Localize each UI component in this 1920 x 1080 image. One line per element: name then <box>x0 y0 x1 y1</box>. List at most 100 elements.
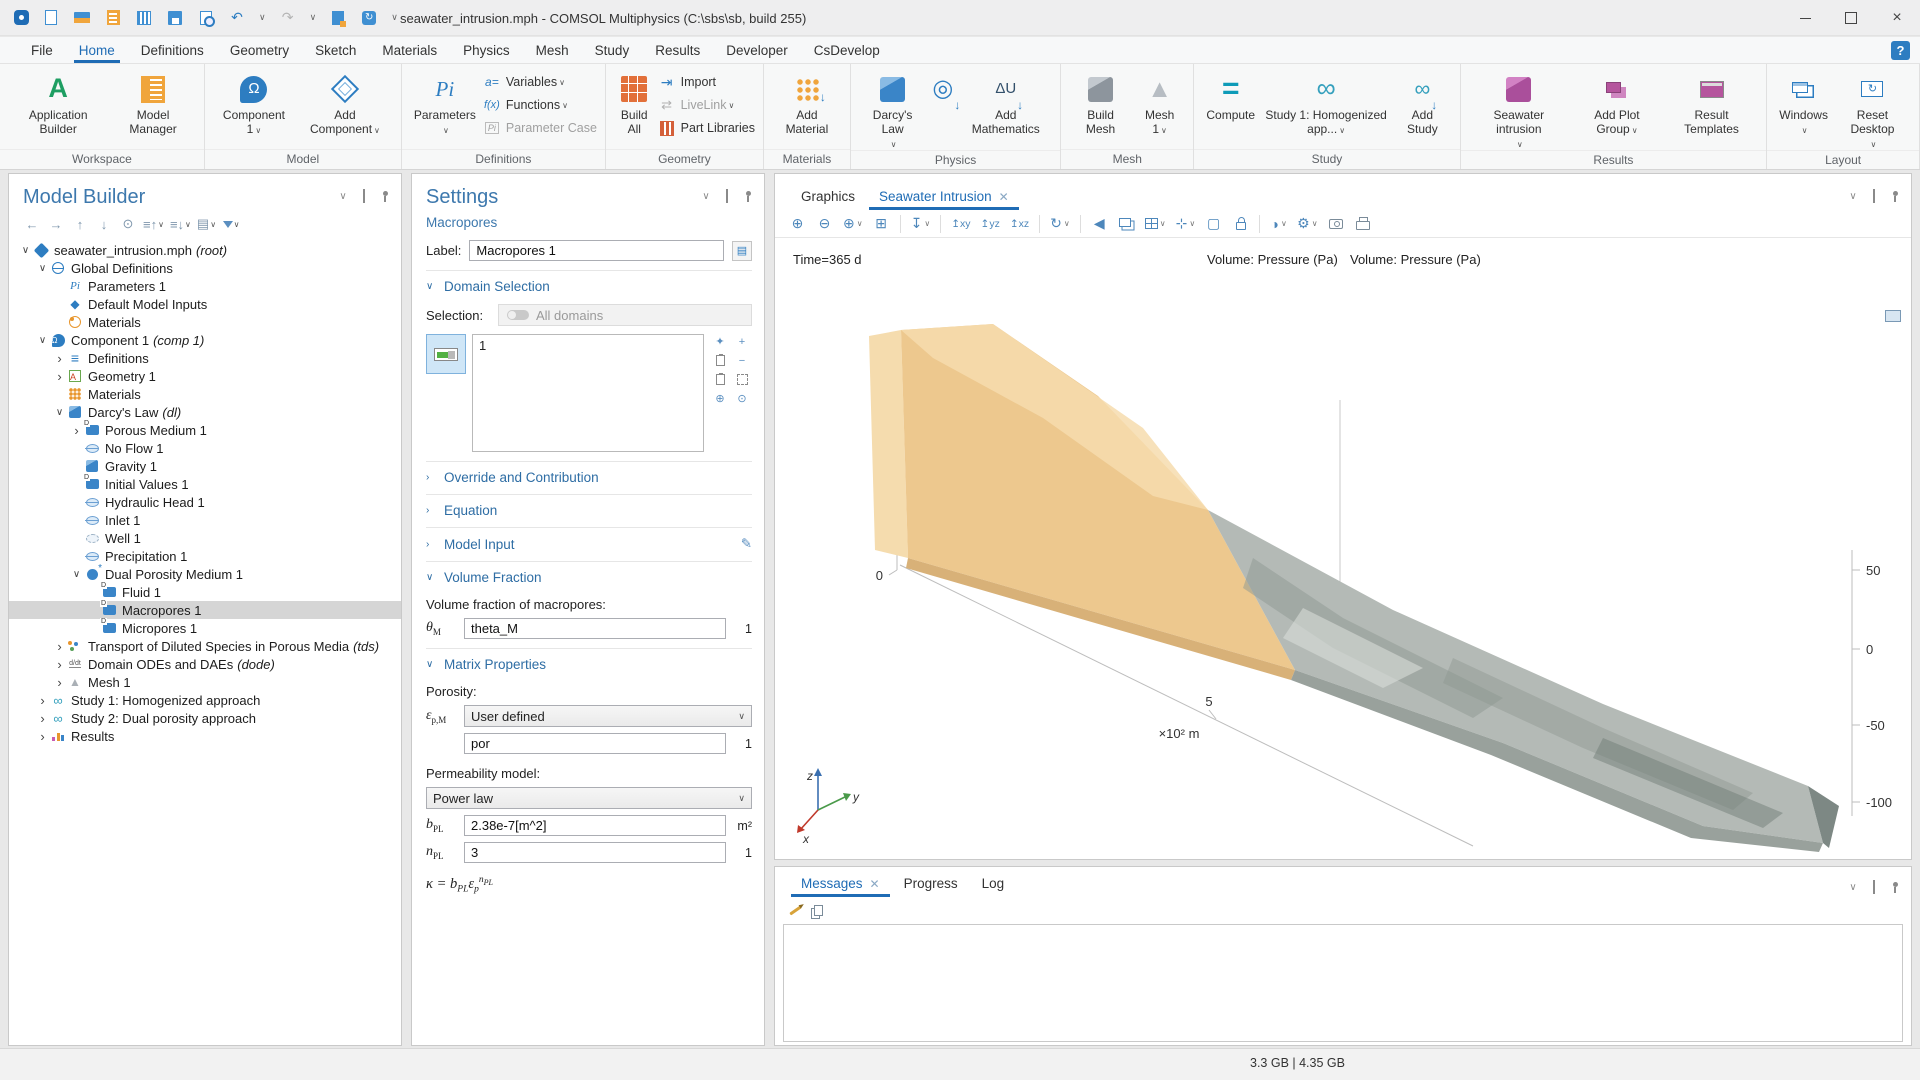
menu-materials[interactable]: Materials <box>369 37 450 63</box>
tree-item-darcys-law[interactable]: Darcy's Law(dl) <box>9 403 401 421</box>
tree-item-micropores-1[interactable]: Micropores 1 <box>9 619 401 637</box>
pin-panel-icon[interactable] <box>379 190 391 202</box>
forward-icon[interactable]: → <box>47 217 65 232</box>
show-icon[interactable]: ⊙ <box>119 216 137 232</box>
float-panel-icon[interactable] <box>363 191 365 202</box>
bounding-box-icon[interactable]: ▢ <box>1205 214 1222 234</box>
menu-home[interactable]: Home <box>66 37 128 63</box>
tab-progress[interactable]: Progress <box>894 876 968 897</box>
paste-selection-icon[interactable] <box>716 374 725 385</box>
expand-tree-icon[interactable]: ≡↑∨ <box>143 217 164 232</box>
b-input[interactable]: 2.38e-7[m^2] <box>464 815 726 836</box>
maximize-button[interactable] <box>1828 0 1874 36</box>
tree-item-well-1[interactable]: Well 1 <box>9 529 401 547</box>
open-file-icon[interactable] <box>74 12 90 23</box>
section-equation[interactable]: ›Equation <box>426 494 752 518</box>
tab-seawater-intrusion[interactable]: Seawater Intrusion✕ <box>869 189 1019 210</box>
section-override[interactable]: ›Override and Contribution <box>426 461 752 485</box>
tree-item-no-flow-1[interactable]: No Flow 1 <box>9 439 401 457</box>
add-physics-button[interactable] <box>928 67 957 109</box>
chevron-right-icon[interactable] <box>36 711 49 726</box>
variables-button[interactable]: Variables∨ <box>482 72 597 92</box>
study-1-button[interactable]: Study 1: Homogenized app...∨ <box>1261 67 1391 137</box>
deactivate-selection-icon[interactable]: ⊙ <box>735 391 750 406</box>
close-button[interactable]: × <box>1874 0 1920 36</box>
chevron-down-icon[interactable] <box>70 569 83 580</box>
add-component-button[interactable]: Add Component∨ <box>297 67 393 137</box>
chevron-down-icon[interactable] <box>53 407 66 418</box>
rename-icon[interactable]: ▤ <box>732 241 752 261</box>
edit-model-input-icon[interactable]: ✎ <box>741 536 752 552</box>
selection-list[interactable]: 1 <box>472 334 704 452</box>
undo-icon[interactable]: ↶ <box>228 9 246 27</box>
tree-item-component-1[interactable]: Component 1(comp 1) <box>9 331 401 349</box>
part-libraries-button[interactable]: Part Libraries <box>657 118 755 138</box>
tree-item-precipitation-1[interactable]: Precipitation 1 <box>9 547 401 565</box>
application-builder-button[interactable]: Application Builder <box>8 67 108 137</box>
tree-item-geometry-1[interactable]: Geometry 1 <box>9 367 401 385</box>
model-manager-button[interactable]: Model Manager <box>110 67 195 137</box>
recovery-files-icon[interactable] <box>137 11 151 25</box>
label-input[interactable]: Macropores 1 <box>469 240 724 261</box>
minimize-button[interactable] <box>1782 0 1828 36</box>
menu-results[interactable]: Results <box>642 37 713 63</box>
zoom-extents-icon[interactable]: ⊞ <box>873 214 890 234</box>
chevron-right-icon[interactable] <box>36 729 49 744</box>
seawater-intrusion-button[interactable]: Seawater intrusion∨ <box>1469 67 1570 150</box>
tree-item-study-2[interactable]: Study 2: Dual porosity approach <box>9 709 401 727</box>
add-plot-group-button[interactable]: Add Plot Group∨ <box>1571 67 1663 137</box>
move-up-icon[interactable]: ↑ <box>71 217 89 232</box>
import-button[interactable]: Import <box>657 72 755 92</box>
view-xy-icon[interactable]: ↥xy <box>951 214 970 234</box>
chevron-right-icon[interactable] <box>53 369 66 384</box>
menu-study[interactable]: Study <box>582 37 643 63</box>
go-to-view-icon[interactable]: ↧∨ <box>911 214 931 234</box>
copy-solution-icon[interactable] <box>332 11 344 25</box>
menu-mesh[interactable]: Mesh <box>523 37 582 63</box>
copy-selection-icon[interactable] <box>716 355 725 366</box>
close-tab-icon[interactable]: ✕ <box>999 190 1009 204</box>
tab-messages[interactable]: Messages✕ <box>791 876 890 897</box>
messages-content[interactable] <box>783 924 1903 1042</box>
panel-menu-icon[interactable]: ∨ <box>337 190 349 202</box>
zoom-in-icon[interactable]: ⊕ <box>789 214 806 234</box>
panel-menu-icon[interactable]: ∨ <box>1847 881 1859 893</box>
pin-panel-icon[interactable] <box>1889 881 1901 893</box>
active-selection-button[interactable] <box>426 334 466 374</box>
tree-item-inlet-1[interactable]: Inlet 1 <box>9 511 401 529</box>
float-panel-icon[interactable] <box>1873 191 1875 202</box>
pin-panel-icon[interactable] <box>1889 190 1901 202</box>
section-matrix-properties[interactable]: ∨Matrix Properties <box>426 648 752 672</box>
menu-definitions[interactable]: Definitions <box>128 37 217 63</box>
float-panel-icon[interactable] <box>1873 882 1875 893</box>
redo-dropdown-icon[interactable]: ∨ <box>310 12 317 23</box>
new-file-icon[interactable] <box>45 10 57 25</box>
tree-item-root[interactable]: seawater_intrusion.mph(root) <box>9 241 401 259</box>
zoom-box-icon[interactable]: ⊕∨ <box>843 214 863 234</box>
model-manager-icon[interactable] <box>107 10 120 25</box>
view-xz-icon[interactable]: ↥xz <box>1010 214 1029 234</box>
add-study-button[interactable]: Add Study <box>1393 67 1451 137</box>
add-material-button[interactable]: Add Material <box>772 67 842 137</box>
menu-geometry[interactable]: Geometry <box>217 37 302 63</box>
tree-item-macropores-1[interactable]: Macropores 1 <box>9 601 401 619</box>
tree-item-dode[interactable]: Domain ODEs and DAEs(dode) <box>9 655 401 673</box>
tree-item-definitions[interactable]: Definitions <box>9 349 401 367</box>
selection-list-item[interactable]: 1 <box>479 338 697 353</box>
plot-options-icon[interactable]: ⚙∨ <box>1297 214 1317 234</box>
print-icon[interactable] <box>1355 214 1372 234</box>
section-domain-selection[interactable]: ∨Domain Selection <box>426 270 752 294</box>
porosity-mode-select[interactable]: User defined∨ <box>464 705 752 727</box>
back-icon[interactable]: ← <box>23 217 41 232</box>
create-selection-icon[interactable]: ✦ <box>713 334 728 349</box>
move-down-icon[interactable]: ↓ <box>95 217 113 232</box>
float-panel-icon[interactable] <box>726 191 728 202</box>
close-tab-icon[interactable]: ✕ <box>870 877 880 891</box>
tree-item-parameters-1[interactable]: Parameters 1 <box>9 277 401 295</box>
chevron-down-icon[interactable] <box>36 335 49 346</box>
parameters-button[interactable]: Parameters∨ <box>410 67 480 137</box>
tree-item-tds[interactable]: Transport of Diluted Species in Porous M… <box>9 637 401 655</box>
show-grid-icon[interactable]: ∨ <box>1145 214 1166 234</box>
tree-item-materials-comp[interactable]: Materials <box>9 385 401 403</box>
remove-from-selection-icon[interactable]: − <box>735 353 750 368</box>
